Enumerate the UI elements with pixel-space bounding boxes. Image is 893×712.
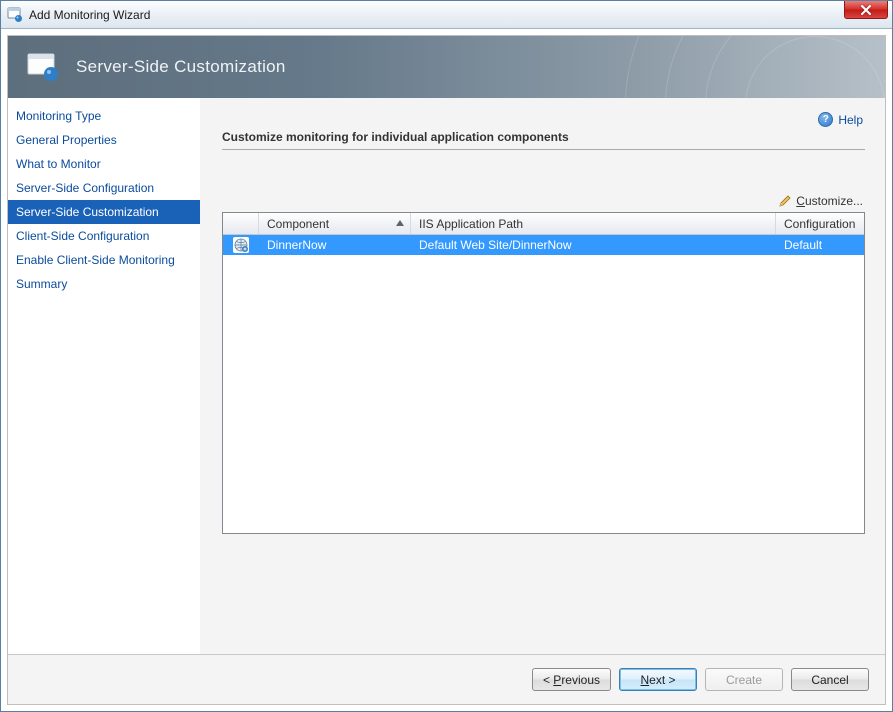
cell-iis-path: Default Web Site/DinnerNow	[411, 238, 776, 252]
next-button[interactable]: Next >	[619, 668, 697, 691]
close-button[interactable]	[844, 1, 888, 19]
sidebar: Monitoring Type General Properties What …	[8, 98, 200, 654]
column-component[interactable]: Component	[259, 213, 411, 234]
sidebar-item-enable-client-side-monitoring[interactable]: Enable Client-Side Monitoring	[8, 248, 200, 272]
customize-row: Customize...	[222, 194, 865, 208]
wizard-window: Add Monitoring Wizard Server-Side Custom…	[0, 0, 893, 712]
components-table: Component IIS Application Path Configura…	[222, 212, 865, 534]
create-button: Create	[705, 668, 783, 691]
button-bar: < Previous Next > Create Cancel	[8, 654, 885, 704]
cell-component: DinnerNow	[259, 238, 411, 252]
window-title: Add Monitoring Wizard	[29, 8, 150, 22]
table-row[interactable]: DinnerNow Default Web Site/DinnerNow Def…	[223, 235, 864, 255]
banner-icon	[26, 52, 62, 82]
sidebar-item-what-to-monitor[interactable]: What to Monitor	[8, 152, 200, 176]
sidebar-item-server-side-customization[interactable]: Server-Side Customization	[8, 200, 200, 224]
sidebar-item-monitoring-type[interactable]: Monitoring Type	[8, 104, 200, 128]
help-icon: ?	[818, 112, 833, 127]
column-iis-path[interactable]: IIS Application Path	[411, 213, 776, 234]
sidebar-item-server-side-configuration[interactable]: Server-Side Configuration	[8, 176, 200, 200]
content-panel: ? Help Customize monitoring for individu…	[200, 98, 885, 654]
column-configuration[interactable]: Configuration	[776, 213, 864, 234]
web-app-icon	[233, 237, 249, 253]
table-header: Component IIS Application Path Configura…	[223, 213, 864, 235]
customize-link[interactable]: Customize...	[796, 194, 863, 208]
cancel-button[interactable]: Cancel	[791, 668, 869, 691]
banner-title: Server-Side Customization	[76, 57, 286, 77]
section-header: Customize monitoring for individual appl…	[222, 130, 865, 150]
banner: Server-Side Customization	[8, 36, 885, 98]
sidebar-item-general-properties[interactable]: General Properties	[8, 128, 200, 152]
inner-frame: Server-Side Customization Monitoring Typ…	[7, 35, 886, 705]
body-area: Monitoring Type General Properties What …	[8, 98, 885, 654]
sidebar-item-client-side-configuration[interactable]: Client-Side Configuration	[8, 224, 200, 248]
cell-configuration: Default	[776, 238, 864, 252]
row-icon-cell	[223, 237, 259, 253]
previous-button[interactable]: < Previous	[532, 668, 611, 691]
sidebar-item-summary[interactable]: Summary	[8, 272, 200, 296]
sort-ascending-icon	[396, 220, 404, 226]
pencil-icon	[778, 194, 792, 208]
titlebar[interactable]: Add Monitoring Wizard	[1, 1, 892, 29]
app-icon	[7, 7, 23, 23]
help-label: Help	[838, 113, 863, 127]
column-icon[interactable]	[223, 213, 259, 234]
column-component-label: Component	[267, 217, 329, 231]
help-link[interactable]: ? Help	[818, 112, 863, 127]
